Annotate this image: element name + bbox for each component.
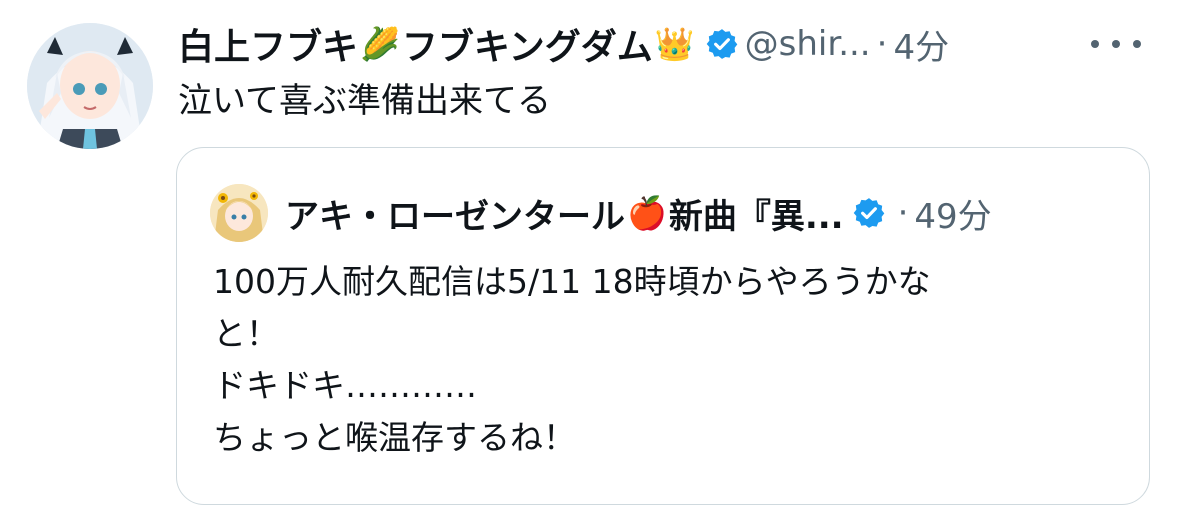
- corn-emoji-icon: 🌽: [360, 25, 400, 63]
- timestamp[interactable]: 4分: [893, 20, 949, 69]
- verified-badge-icon: [852, 196, 886, 230]
- more-options-icon[interactable]: [1091, 30, 1141, 58]
- tweet-header: 白上フブキ 🌽 フブキングダム 👑 @shir... · 4分: [178, 16, 949, 72]
- quoted-tweet-text: 100万人耐久配信は5/11 18時頃からやろうかな と！ ドキドキ………… ち…: [213, 256, 1093, 464]
- quoted-text-line: と！: [213, 314, 279, 353]
- quoted-timestamp[interactable]: 49分: [914, 189, 991, 238]
- quoted-tweet-header: アキ・ローゼンタール 🍎 新曲『異... · 49分: [285, 184, 992, 242]
- quoted-text-line: 100万人耐久配信は5/11 18時頃からやろうかな: [213, 262, 931, 301]
- more-dot: [1133, 40, 1141, 48]
- quoted-display-name[interactable]: アキ・ローゼンタール: [285, 189, 625, 238]
- display-name[interactable]: 白上フブキ: [178, 18, 358, 70]
- user-handle[interactable]: @shir...: [745, 24, 871, 64]
- separator-dot: ·: [876, 24, 888, 64]
- apple-emoji-icon: 🍎: [627, 194, 667, 232]
- tweet-text: 泣いて喜ぶ準備出来てる: [178, 81, 551, 121]
- avatar-aki-icon[interactable]: [210, 184, 268, 242]
- more-dot: [1112, 40, 1120, 48]
- more-dot: [1091, 40, 1099, 48]
- display-name-suffix[interactable]: フブキングダム: [402, 18, 653, 70]
- quoted-text-line: ちょっと喉温存するね！: [213, 418, 576, 457]
- quoted-tweet-card[interactable]: アキ・ローゼンタール 🍎 新曲『異... · 49分 100万人耐久配信は5/1…: [176, 147, 1150, 505]
- quoted-display-name-suffix[interactable]: 新曲『異...: [669, 189, 844, 238]
- avatar-fubuki-icon[interactable]: [27, 23, 153, 149]
- quoted-text-line: ドキドキ…………: [213, 366, 477, 405]
- crown-emoji-icon: 👑: [654, 25, 695, 63]
- separator-dot: ·: [897, 193, 909, 233]
- verified-badge-icon: [705, 27, 739, 61]
